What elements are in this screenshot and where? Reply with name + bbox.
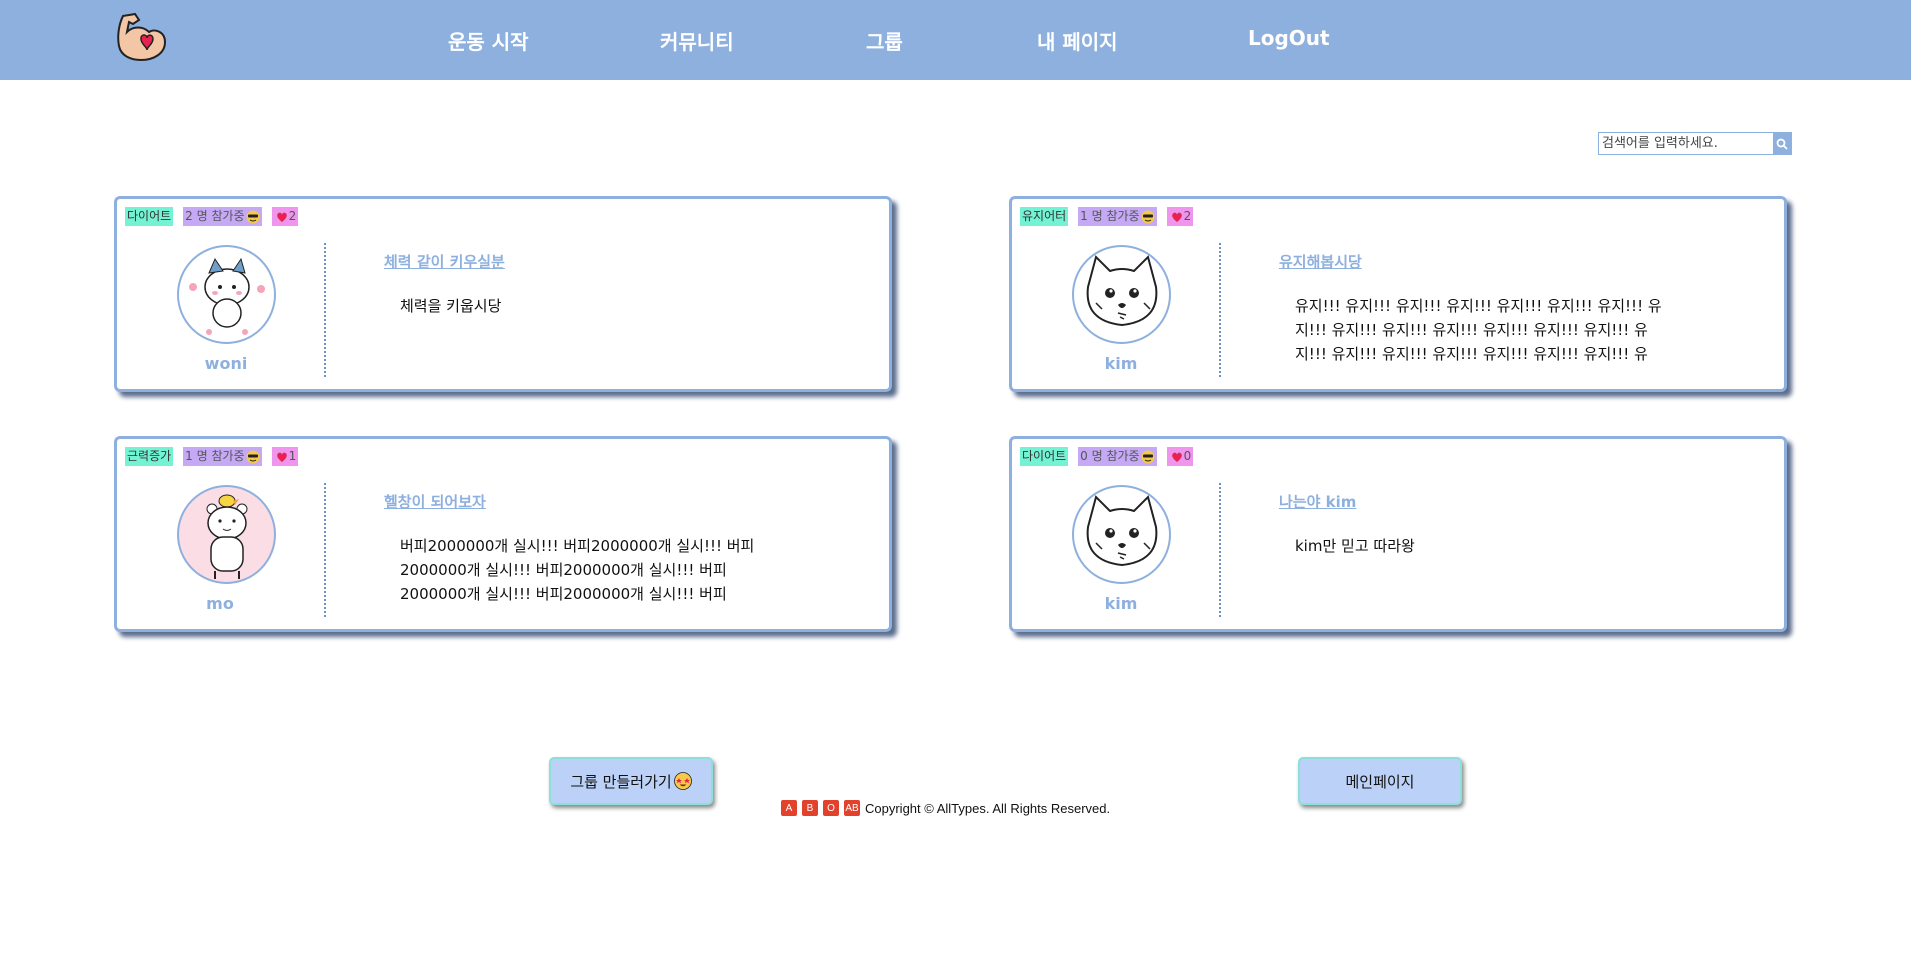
- card-title-link[interactable]: 나는야 kim: [1279, 491, 1356, 512]
- bear-character-avatar-icon: [206, 494, 248, 579]
- card-description: 버피2000000개 실시!!! 버피2000000개 실시!!! 버피2000…: [400, 537, 755, 603]
- copyright-text: Copyright © AllTypes. All Rights Reserve…: [865, 800, 1111, 816]
- avatar: [1072, 485, 1171, 584]
- group-card[interactable]: 유지어터 1 명 참가중 2 kim 유지해봅시당 유지!!! 유지!!! 유지…: [1009, 196, 1787, 392]
- likes-tag: 0: [1166, 447, 1194, 466]
- search-bar: [1598, 132, 1792, 155]
- participants-count: 2 명 참가중: [185, 209, 245, 223]
- divider: [1219, 243, 1221, 377]
- nav-logout[interactable]: LogOut: [1248, 26, 1330, 50]
- search-input[interactable]: [1599, 133, 1773, 154]
- participants-tag: 1 명 참가중: [183, 447, 262, 466]
- sunglasses-emoji-icon: [1141, 210, 1155, 223]
- main-page-label: 메인페이지: [1345, 772, 1415, 791]
- card-tags: 다이어트 0 명 참가중 0: [1020, 447, 1194, 466]
- create-group-button[interactable]: 그룹 만들러가기: [549, 757, 713, 805]
- heart-icon: [1171, 212, 1182, 222]
- likes-tag: 2: [1166, 207, 1194, 226]
- nav-group[interactable]: 그룹: [866, 26, 903, 55]
- nav-community[interactable]: 커뮤니티: [660, 26, 734, 55]
- card-title-link[interactable]: 헬창이 되어보자: [384, 491, 486, 512]
- card-description: 유지!!! 유지!!! 유지!!! 유지!!! 유지!!! 유지!!! 유지!!…: [1295, 297, 1662, 363]
- likes-count: 2: [1183, 209, 1192, 223]
- sunglasses-emoji-icon: [1141, 450, 1155, 463]
- card-tags: 근력증가 1 명 참가중 1: [125, 447, 299, 466]
- search-icon: [1776, 138, 1788, 150]
- likes-tag: 1: [271, 447, 299, 466]
- likes-count: 2: [288, 209, 297, 223]
- card-tags: 다이어트 2 명 참가중 2: [125, 207, 299, 226]
- main-page-button[interactable]: 메인페이지: [1298, 757, 1462, 805]
- participants-tag: 2 명 참가중: [183, 207, 262, 226]
- top-navbar: 운동 시작 커뮤니티 그룹 내 페이지 LogOut: [0, 0, 1911, 80]
- category-tag: 다이어트: [125, 207, 174, 226]
- likes-count: 1: [288, 449, 297, 463]
- divider: [324, 243, 326, 377]
- blood-type-badge-a: A: [781, 800, 797, 816]
- participants-count: 0 명 참가중: [1080, 449, 1140, 463]
- category-tag: 유지어터: [1020, 207, 1069, 226]
- search-button[interactable]: [1773, 133, 1791, 154]
- category-tag: 다이어트: [1020, 447, 1069, 466]
- cat-character-avatar-icon: [1086, 495, 1158, 567]
- likes-tag: 2: [271, 207, 299, 226]
- card-title-link[interactable]: 체력 같이 키우실분: [384, 251, 505, 272]
- participants-tag: 1 명 참가중: [1078, 207, 1157, 226]
- footer: A B O AB Copyright © AllTypes. All Right…: [781, 800, 1110, 816]
- group-card[interactable]: 다이어트 0 명 참가중 0 kim 나는야 kim kim만 믿고 따라왕: [1009, 436, 1787, 632]
- group-card[interactable]: 다이어트 2 명 참가중 2 woni 체력 같이 키우실분 체력을 키웁시당: [114, 196, 892, 392]
- sunglasses-emoji-icon: [246, 450, 260, 463]
- muscle-heart-logo-icon[interactable]: [113, 12, 169, 64]
- username: woni: [204, 354, 248, 373]
- avatar: [177, 245, 276, 344]
- cat-character-avatar-icon: [1086, 255, 1158, 327]
- username: kim: [1104, 354, 1138, 373]
- star-eyes-emoji-icon: [673, 772, 692, 790]
- hachiware-character-avatar-icon: [189, 257, 265, 335]
- blood-type-badge-ab: AB: [844, 800, 860, 816]
- heart-icon: [1171, 452, 1182, 462]
- heart-icon: [276, 212, 287, 222]
- divider: [324, 483, 326, 617]
- participants-tag: 0 명 참가중: [1078, 447, 1157, 466]
- avatar: [1072, 245, 1171, 344]
- blood-type-badge-b: B: [802, 800, 818, 816]
- card-title-link[interactable]: 유지해봅시당: [1279, 251, 1362, 272]
- username: mo: [206, 594, 234, 613]
- group-card[interactable]: 근력증가 1 명 참가중 1 mo 헬창이 되어보자 버피2000000개 실시…: [114, 436, 892, 632]
- avatar: [177, 485, 276, 584]
- nav-my-page[interactable]: 내 페이지: [1037, 26, 1118, 55]
- nav-start-workout[interactable]: 운동 시작: [448, 26, 529, 55]
- participants-count: 1 명 참가중: [185, 449, 245, 463]
- likes-count: 0: [1183, 449, 1192, 463]
- category-tag: 근력증가: [125, 447, 174, 466]
- card-description: kim만 믿고 따라왕: [1295, 537, 1415, 555]
- divider: [1219, 483, 1221, 617]
- username: kim: [1104, 594, 1138, 613]
- card-tags: 유지어터 1 명 참가중 2: [1020, 207, 1194, 226]
- heart-icon: [276, 452, 287, 462]
- create-group-label: 그룹 만들러가기: [570, 772, 672, 791]
- card-description: 체력을 키웁시당: [400, 297, 502, 315]
- blood-type-badge-o: O: [823, 800, 839, 816]
- participants-count: 1 명 참가중: [1080, 209, 1140, 223]
- sunglasses-emoji-icon: [246, 210, 260, 223]
